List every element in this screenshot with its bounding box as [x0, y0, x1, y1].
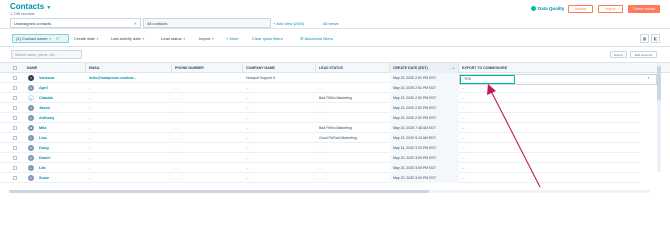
annotation-arrow — [487, 84, 541, 188]
arrow-head — [487, 84, 496, 95]
arrow-line — [490, 90, 541, 188]
